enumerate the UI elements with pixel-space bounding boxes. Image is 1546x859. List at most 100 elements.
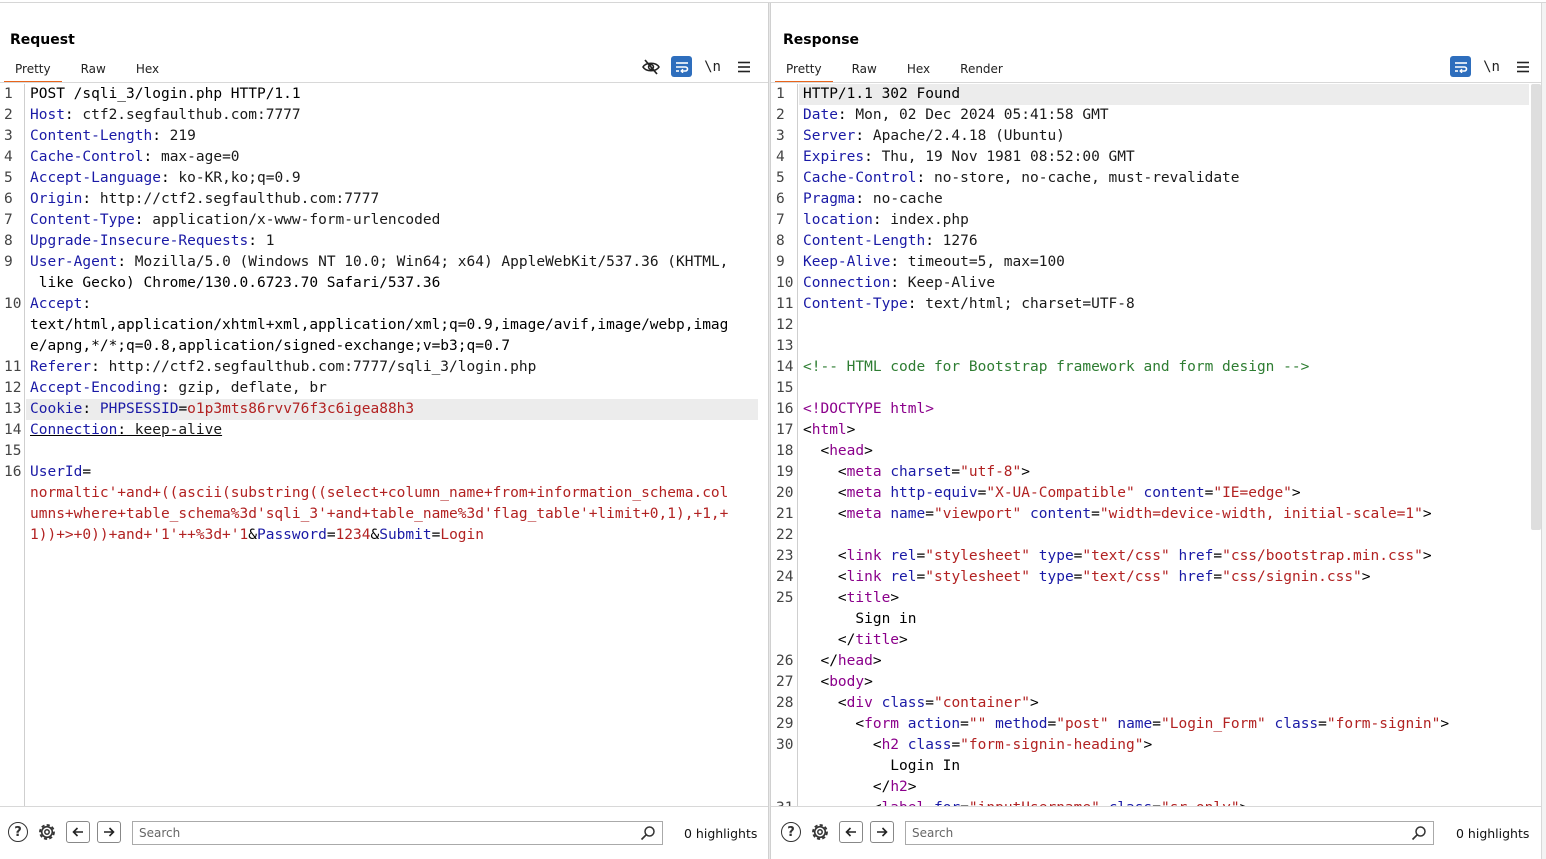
code-line: <form action="" method="post" name="Logi… [803,716,1450,732]
eye-off-icon [641,58,660,75]
code-line: POST /sqli_3/login.php HTTP/1.1 [30,86,301,102]
line-number: 30 [776,737,794,753]
response-title: Response [783,32,860,48]
help-button[interactable]: ? [779,820,803,844]
arrow-left-icon [839,821,863,843]
tab-pretty[interactable]: Pretty [4,58,62,83]
response-scrollbar[interactable] [1531,84,1541,530]
code-line: <meta name="viewport" content="width=dev… [803,506,1432,522]
previous-match-button[interactable] [66,820,90,844]
hide-non-printable-button[interactable] [640,56,661,77]
code-line: User-Agent: Mozilla/5.0 (Windows NT 10.0… [30,254,729,270]
next-match-button[interactable] [97,820,121,844]
window-right-edge [1541,3,1546,859]
highlight-count: 0 highlights [684,826,758,841]
help-button[interactable]: ? [6,820,30,844]
code-line: location: index.php [803,212,969,228]
code-line: HTTP/1.1 302 Found [803,86,961,102]
code-line: Cache-Control: max-age=0 [30,149,240,165]
line-number: 25 [776,590,794,606]
code-line: <head> [803,443,873,459]
response-pane: Response Pretty Raw Hex Render \n 1 HTTP/1.1… [771,3,1541,859]
request-search-input[interactable] [133,822,638,844]
code-line: Host: ctf2.segfaulthub.com:7777 [30,107,301,123]
code-line: <!-- HTML code for Bootstrap framework a… [803,359,1310,375]
line-number: 5 [4,170,13,186]
line-number: 16 [776,401,794,417]
line-number: 17 [776,422,794,438]
line-number: 2 [776,107,785,123]
line-number: 26 [776,653,794,669]
line-number: 11 [4,359,22,375]
request-editor[interactable]: 1 POST /sqli_3/login.php HTTP/1.1 2 Host: c… [0,84,768,807]
line-number: 21 [776,506,794,522]
request-tabs: Pretty Raw Hex [4,58,178,83]
response-search-bar: ? 0 highlights [771,806,1541,859]
code-line: Expires: Thu, 19 Nov 1981 08:52:00 GMT [803,149,1135,165]
search-icon [640,826,655,841]
line-number: 5 [776,170,785,186]
line-number: 4 [776,149,785,165]
response-search-input[interactable] [906,822,1409,844]
tab-pretty[interactable]: Pretty [775,58,833,83]
line-number: 3 [776,128,785,144]
line-number: 1 [776,86,785,102]
request-toolbar: \n [640,56,754,77]
show-newlines-toggle[interactable]: \n [702,56,723,77]
code-line: </head> [803,653,882,669]
tab-hex[interactable]: Hex [125,58,170,81]
tab-raw[interactable]: Raw [70,58,117,81]
response-search-field[interactable] [905,821,1434,845]
code-line: <div class="container"> [803,695,1039,711]
line-number: 14 [4,422,22,438]
response-menu-button[interactable] [1512,56,1533,77]
response-editor[interactable]: 1 HTTP/1.1 302 Found 2 Date: Mon, 02 Dec 20… [771,84,1541,807]
line-number: 3 [4,128,13,144]
code-line: Content-Length: 219 [30,128,196,144]
code-line: Accept-Language: ko-KR,ko;q=0.9 [30,170,301,186]
settings-button[interactable] [808,820,832,844]
code-line: Pragma: no-cache [803,191,943,207]
next-match-button[interactable] [870,820,894,844]
request-search-field[interactable] [132,821,663,845]
show-newlines-toggle[interactable]: \n [1481,56,1502,77]
tab-render[interactable]: Render [949,58,1014,81]
code-line: Accept-Encoding: gzip, deflate, br [30,380,327,396]
code-line: Cache-Control: no-store, no-cache, must-… [803,170,1240,186]
line-number: 15 [4,443,22,459]
request-menu-button[interactable] [733,56,754,77]
code-line: <title> [803,590,900,606]
line-number: 8 [4,233,13,249]
line-number: 29 [776,716,794,732]
code-line: <meta http-equiv="X-UA-Compatible" conte… [803,485,1301,501]
code-line: text/html,application/xhtml+xml,applicat… [30,317,729,333]
word-wrap-toggle[interactable] [1450,56,1471,77]
hamburger-icon [1516,61,1529,72]
settings-button[interactable] [35,820,59,844]
response-toolbar: \n [1450,56,1533,77]
code-line: Cookie: PHPSESSID=o1p3mts86rvv76f3c6igea… [30,401,415,417]
word-wrap-toggle[interactable] [671,56,692,77]
code-line: <meta charset="utf-8"> [803,464,1030,480]
code-line: Referer: http://ctf2.segfaulthub.com:777… [30,359,537,375]
line-number: 24 [776,569,794,585]
line-number: 9 [4,254,13,270]
line-number: 22 [776,527,794,543]
code-line: Accept: [30,296,92,312]
tab-hex[interactable]: Hex [896,58,941,81]
arrow-right-icon [870,821,894,843]
line-number: 12 [776,317,794,333]
line-number: 14 [776,359,794,375]
code-line: </h2> [803,779,917,795]
code-line: Login In [803,758,961,774]
line-number: 6 [4,191,13,207]
line-number: 7 [776,212,785,228]
code-line: umns+where+table_schema%3d'sqli_3'+and+t… [30,506,729,522]
line-number: 16 [4,464,22,480]
help-icon: ? [8,822,28,842]
tab-raw[interactable]: Raw [841,58,888,81]
response-tabs: Pretty Raw Hex Render [775,58,1022,83]
code-line: normaltic'+and+((ascii(substring((select… [30,485,729,501]
line-number: 13 [776,338,794,354]
previous-match-button[interactable] [839,820,863,844]
